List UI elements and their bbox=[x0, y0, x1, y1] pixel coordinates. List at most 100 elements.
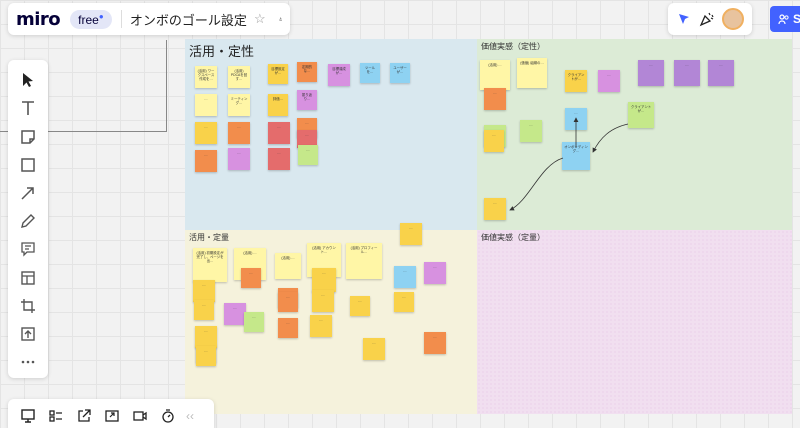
sticky-note[interactable]: … bbox=[298, 145, 318, 165]
sticky-note[interactable]: … bbox=[350, 296, 370, 316]
sticky-note[interactable]: … bbox=[241, 268, 261, 288]
sticky-note[interactable]: … bbox=[244, 312, 264, 332]
sticky-note[interactable]: … bbox=[312, 290, 334, 312]
shape-tool[interactable] bbox=[12, 153, 44, 178]
sticky-note[interactable]: … bbox=[195, 94, 217, 116]
share-button[interactable]: S bbox=[770, 6, 800, 32]
sticky-note[interactable]: (活用) 初期設定が完了し、ページを出… bbox=[193, 248, 227, 282]
sticky-note[interactable]: (活用) … bbox=[275, 253, 301, 279]
video-button[interactable] bbox=[126, 402, 154, 428]
plan-badge[interactable]: free● bbox=[70, 9, 112, 29]
upload-tool[interactable] bbox=[12, 322, 44, 347]
sticky-note[interactable]: (活用) … bbox=[480, 60, 510, 90]
sticky-note[interactable]: オンボーディング… bbox=[562, 142, 590, 170]
sticky-note[interactable]: … bbox=[194, 300, 214, 320]
sticky-note[interactable]: … bbox=[394, 266, 416, 288]
sticky-note[interactable]: (活用) プロフィール… bbox=[346, 243, 382, 279]
canvas-line bbox=[166, 40, 167, 132]
upload-icon bbox=[21, 327, 35, 341]
sticky-note[interactable]: … bbox=[312, 268, 336, 292]
sticky-note[interactable]: ツールを… bbox=[360, 63, 380, 83]
pen-icon bbox=[21, 214, 35, 229]
sticky-note[interactable]: 評価… bbox=[268, 94, 288, 116]
external-link-icon bbox=[78, 409, 91, 422]
sticky-note[interactable]: … bbox=[310, 315, 332, 337]
sticky-note[interactable]: … bbox=[520, 120, 542, 142]
sticky-note[interactable]: (活用) ワークスペース作成を… bbox=[195, 66, 217, 88]
star-icon[interactable]: ☆ bbox=[254, 11, 266, 27]
sticky-note[interactable]: … bbox=[195, 150, 217, 172]
sticky-note[interactable]: … bbox=[424, 262, 446, 284]
sticky-note[interactable]: クライアントが… bbox=[565, 70, 587, 92]
frame-title: 活用・定量 bbox=[189, 233, 229, 242]
sticky-note[interactable]: … bbox=[278, 318, 298, 338]
select-tool[interactable] bbox=[12, 68, 44, 93]
sticky-note[interactable]: … bbox=[484, 88, 506, 110]
frame-title: 価値実感（定量） bbox=[481, 233, 545, 242]
sticky-note[interactable]: … bbox=[278, 292, 298, 312]
sticky-note[interactable]: … bbox=[195, 326, 217, 348]
sticky-note[interactable]: … bbox=[196, 346, 216, 366]
frame-title: 活用・定性 bbox=[189, 44, 255, 59]
presentation-button[interactable] bbox=[14, 402, 42, 428]
kanban-icon bbox=[49, 410, 62, 422]
plan-badge-dot: ● bbox=[98, 11, 104, 21]
sticky-note[interactable]: … bbox=[708, 60, 734, 86]
sticky-note[interactable]: … bbox=[424, 332, 446, 354]
sticky-note[interactable]: … bbox=[598, 70, 620, 92]
sticky-note[interactable]: … bbox=[268, 148, 290, 170]
screen-share-icon bbox=[105, 410, 119, 422]
crop-icon bbox=[21, 298, 35, 313]
frame-value-quantitative[interactable]: 価値実感（定量） bbox=[477, 230, 792, 414]
sticky-note[interactable]: … bbox=[193, 280, 215, 302]
sticky-note[interactable]: … bbox=[228, 122, 250, 144]
square-icon bbox=[21, 158, 35, 172]
sticky-note[interactable]: 目標達成が… bbox=[328, 64, 350, 86]
arrow-icon bbox=[21, 187, 34, 200]
sticky-note[interactable]: … bbox=[484, 130, 504, 152]
export-icon[interactable] bbox=[278, 11, 282, 27]
sticky-note[interactable]: クライアントが… bbox=[628, 102, 654, 128]
sticky-note[interactable]: (活用) PDCAを回す… bbox=[228, 66, 250, 88]
miro-logo[interactable]: miro bbox=[16, 9, 61, 30]
frame-icon bbox=[21, 270, 35, 285]
sticky-note[interactable]: … bbox=[195, 122, 217, 144]
screen-share-button[interactable] bbox=[98, 402, 126, 428]
sticky-note[interactable]: … bbox=[484, 198, 506, 220]
share-button-label: S bbox=[793, 12, 800, 26]
sticky-note[interactable]: 振り返り… bbox=[297, 90, 317, 110]
line-tool[interactable] bbox=[12, 181, 44, 206]
sticky-note[interactable]: … bbox=[268, 122, 290, 144]
collapse-toolbar-button[interactable]: ‹‹ bbox=[186, 409, 194, 423]
pen-tool[interactable] bbox=[12, 209, 44, 234]
sticky-note[interactable]: 目標設定が… bbox=[268, 64, 288, 84]
more-tools[interactable] bbox=[12, 350, 44, 375]
sticky-note[interactable]: 定期的な… bbox=[297, 62, 317, 82]
board-title[interactable]: オンボのゴール設定 bbox=[130, 10, 247, 29]
sticky-note[interactable]: … bbox=[224, 303, 246, 325]
frame-tool[interactable] bbox=[12, 265, 44, 290]
sticky-note[interactable]: (価値) 組織の… bbox=[517, 58, 547, 88]
sticky-note[interactable]: … bbox=[400, 223, 422, 245]
celebrate-icon[interactable] bbox=[699, 11, 715, 27]
text-tool[interactable] bbox=[12, 96, 44, 121]
crop-tool[interactable] bbox=[12, 294, 44, 319]
share-out-button[interactable] bbox=[70, 402, 98, 428]
sticky-note[interactable]: … bbox=[394, 292, 414, 312]
timer-icon bbox=[162, 409, 174, 423]
sticky-note-tool[interactable] bbox=[12, 124, 44, 149]
timer-button[interactable] bbox=[154, 402, 182, 428]
sticky-note[interactable]: … bbox=[363, 338, 385, 360]
sticky-note[interactable]: … bbox=[674, 60, 700, 86]
kanban-button[interactable] bbox=[42, 402, 70, 428]
reactions-icon[interactable] bbox=[676, 11, 692, 27]
sticky-note[interactable]: … bbox=[228, 148, 250, 170]
collaboration-toolbar: ‹‹ bbox=[8, 399, 214, 428]
sticky-note[interactable]: … bbox=[565, 108, 587, 130]
sticky-note[interactable]: ミーティング… bbox=[228, 94, 250, 116]
sticky-note[interactable]: … bbox=[638, 60, 664, 86]
comment-tool[interactable] bbox=[12, 237, 44, 262]
sticky-note[interactable]: ユーザーが… bbox=[390, 63, 410, 83]
user-avatar[interactable] bbox=[722, 8, 745, 30]
video-icon bbox=[133, 411, 147, 421]
